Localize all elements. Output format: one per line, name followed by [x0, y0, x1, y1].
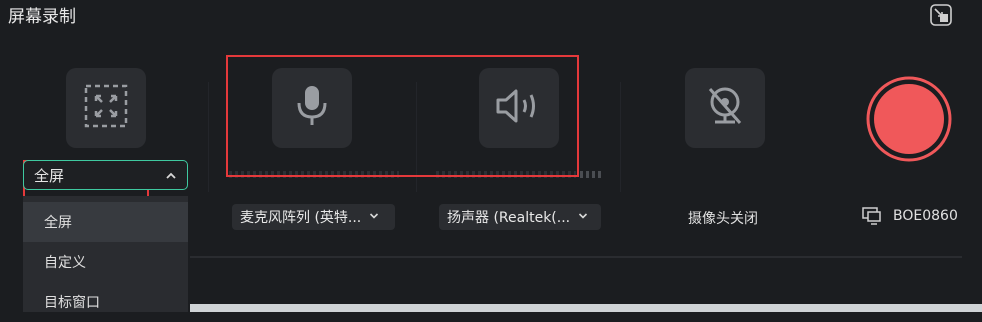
divider	[620, 82, 621, 192]
chevron-down-icon	[578, 209, 588, 225]
menu-item-target-window[interactable]: 目标窗口	[23, 282, 188, 322]
minimize-window-icon[interactable]	[928, 2, 954, 28]
display-select[interactable]: BOE0860	[862, 206, 962, 228]
capture-mode-select[interactable]: 全屏	[23, 160, 188, 190]
camera-status-label: 摄像头关闭	[688, 211, 758, 227]
capture-area-tile[interactable]	[66, 68, 146, 148]
speaker-device-select[interactable]: 扬声器 (Realtek(...	[439, 204, 601, 230]
divider	[208, 82, 209, 192]
speaker-level-meter-active	[580, 171, 602, 178]
chevron-down-icon	[369, 209, 379, 225]
monitor-icon	[862, 207, 882, 229]
display-label: BOE0860	[893, 208, 958, 224]
menu-item-custom[interactable]: 自定义	[23, 242, 188, 282]
window-title: 屏幕录制	[8, 7, 76, 27]
record-button[interactable]	[865, 75, 953, 163]
camera-off-icon	[704, 85, 746, 131]
microphone-device-select[interactable]: 麦克风阵列 (英特...	[232, 204, 395, 230]
background-preview-strip	[190, 304, 982, 312]
fullscreen-area-icon	[82, 82, 130, 134]
menu-item-fullscreen[interactable]: 全屏	[23, 202, 188, 242]
speaker-device-label: 扬声器 (Realtek(...	[447, 210, 571, 226]
divider	[190, 256, 962, 258]
microphone-device-label: 麦克风阵列 (英特...	[240, 210, 362, 226]
capture-mode-value: 全屏	[34, 166, 65, 185]
camera-toggle[interactable]	[685, 68, 765, 148]
capture-mode-menu: 全屏 自定义 目标窗口	[23, 196, 188, 312]
audio-highlight-box	[226, 55, 579, 177]
chevron-up-icon	[165, 168, 177, 186]
